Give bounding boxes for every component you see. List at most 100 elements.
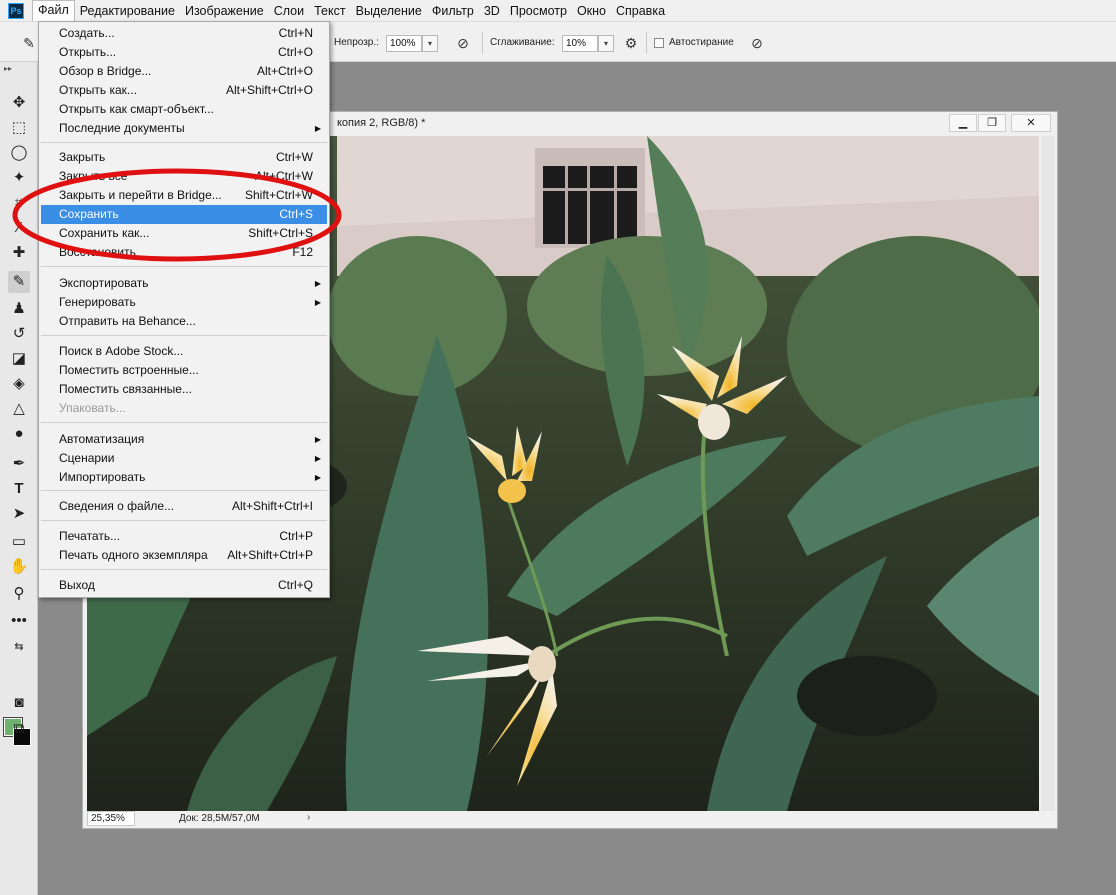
- opacity-input[interactable]: 100%: [386, 35, 422, 52]
- opacity-dropdown[interactable]: ▾: [422, 35, 438, 52]
- hand-icon[interactable]: ✋: [8, 556, 30, 578]
- menu-item-export[interactable]: Экспортировать ▶: [41, 274, 327, 293]
- submenu-arrow-icon: ▶: [314, 454, 321, 463]
- photoshop-logo: Ps: [8, 2, 24, 19]
- menu-edit[interactable]: Редактирование: [75, 1, 180, 21]
- blur-icon[interactable]: △: [8, 398, 30, 420]
- eyedropper-icon[interactable]: ⁄: [8, 217, 30, 239]
- menu-separator: [41, 142, 327, 143]
- menu-item-generate[interactable]: Генерировать ▶: [41, 293, 327, 312]
- submenu-arrow-icon: ▶: [314, 473, 321, 482]
- menu-item-open-smart-object[interactable]: Открыть как смарт-объект...: [41, 100, 327, 119]
- menu-item-exit[interactable]: Выход Ctrl+Q: [41, 576, 327, 595]
- menu-item-browse-bridge[interactable]: Обзор в Bridge... Alt+Ctrl+O: [41, 62, 327, 81]
- quick-mask-icon[interactable]: ◙: [8, 692, 30, 714]
- healing-icon[interactable]: ✚: [8, 242, 30, 264]
- menu-item-place-embedded[interactable]: Поместить встроенные...: [41, 361, 327, 380]
- panel-collapse-icon[interactable]: ▸▸: [4, 64, 12, 73]
- menu-item-print-one-copy[interactable]: Печать одного экземпляра Alt+Shift+Ctrl+P: [41, 546, 327, 565]
- swap-colors-icon[interactable]: ⇆: [8, 636, 30, 658]
- options-separator: [646, 32, 647, 54]
- menu-item-open-as[interactable]: Открыть как... Alt+Shift+Ctrl+O: [41, 81, 327, 100]
- menu-item-revert[interactable]: Восстановить F12: [41, 243, 327, 262]
- screen-mode-icon[interactable]: ⧉: [8, 718, 30, 740]
- document-title: копия 2, RGB/8) *: [337, 117, 426, 129]
- pressure-size-icon[interactable]: ⊘: [748, 34, 766, 52]
- gear-icon[interactable]: ⚙: [622, 34, 640, 52]
- opacity-label: Непрозр.:: [334, 37, 379, 48]
- smoothing-label: Сглаживание:: [490, 37, 555, 48]
- menu-separator: [41, 335, 327, 336]
- menu-separator: [41, 490, 327, 491]
- path-select-icon[interactable]: ➤: [8, 503, 30, 525]
- menu-item-automate[interactable]: Автоматизация ▶: [41, 430, 327, 449]
- menu-layers[interactable]: Слои: [269, 1, 309, 21]
- brush-icon[interactable]: ✎: [8, 271, 30, 293]
- lasso-icon[interactable]: ◯: [8, 142, 30, 164]
- file-menu-dropdown: Создать... Ctrl+N Открыть... Ctrl+O Обзор …: [38, 21, 330, 598]
- menu-separator: [41, 520, 327, 521]
- move-icon[interactable]: ✥: [8, 92, 30, 114]
- auto-erase-checkbox[interactable]: [654, 38, 664, 48]
- menu-filter[interactable]: Фильтр: [427, 1, 479, 21]
- menu-view[interactable]: Просмотр: [505, 1, 572, 21]
- zoom-icon[interactable]: ⚲: [8, 583, 30, 605]
- menu-item-share-behance[interactable]: Отправить на Behance...: [41, 312, 327, 331]
- close-button[interactable]: ✕: [1011, 114, 1051, 132]
- submenu-arrow-icon: ▶: [314, 124, 321, 133]
- marquee-icon[interactable]: ⬚: [8, 117, 30, 139]
- dodge-icon[interactable]: ●: [8, 423, 30, 445]
- smoothing-input[interactable]: 10%: [562, 35, 598, 52]
- status-bar: 25,35% Док: 28,5M/57,0M ›: [87, 811, 1039, 827]
- menu-item-file-info[interactable]: Сведения о файле... Alt+Shift+Ctrl+I: [41, 497, 327, 516]
- menu-3d[interactable]: 3D: [479, 1, 505, 21]
- smoothing-dropdown[interactable]: ▾: [598, 35, 614, 52]
- menu-help[interactable]: Справка: [611, 1, 670, 21]
- eraser-icon[interactable]: ◪: [8, 348, 30, 370]
- menu-item-close-go-bridge[interactable]: Закрыть и перейти в Bridge... Shift+Ctrl+…: [41, 186, 327, 205]
- document-size-info: Док: 28,5M/57,0M: [179, 813, 260, 824]
- submenu-arrow-icon: ▶: [314, 298, 321, 307]
- menu-item-search-stock[interactable]: Поиск в Adobe Stock...: [41, 342, 327, 361]
- menu-item-close[interactable]: Закрыть Ctrl+W: [41, 148, 327, 167]
- rectangle-icon[interactable]: ▭: [8, 531, 30, 553]
- pen-icon[interactable]: ✒: [8, 453, 30, 475]
- submenu-arrow-icon: ▶: [314, 279, 321, 288]
- menu-item-print[interactable]: Печатать... Ctrl+P: [41, 527, 327, 546]
- menu-item-save[interactable]: Сохранить Ctrl+S: [41, 205, 327, 224]
- menu-separator: [41, 266, 327, 267]
- menu-window[interactable]: Окно: [572, 1, 611, 21]
- menu-item-import[interactable]: Импортировать ▶: [41, 468, 327, 487]
- status-menu-arrow-icon[interactable]: ›: [307, 812, 310, 823]
- menu-item-save-as[interactable]: Сохранить как... Shift+Ctrl+S: [41, 224, 327, 243]
- magic-wand-icon[interactable]: ✦: [8, 167, 30, 189]
- options-separator: [482, 32, 483, 54]
- menu-item-package: Упаковать...: [59, 401, 126, 415]
- menu-item-scripts[interactable]: Сценарии ▶: [41, 449, 327, 468]
- history-brush-icon[interactable]: ↺: [8, 323, 30, 345]
- menu-image[interactable]: Изображение: [180, 1, 269, 21]
- menu-item-open[interactable]: Открыть... Ctrl+O: [41, 43, 327, 62]
- menu-file[interactable]: Файл: [32, 0, 75, 21]
- vertical-scrollbar[interactable]: [1041, 136, 1055, 811]
- crop-icon[interactable]: ⌗: [8, 192, 30, 214]
- maximize-button[interactable]: ❐: [978, 114, 1006, 132]
- tools-panel: ▸▸ ✥ ⬚ ◯ ✦ ⌗ ⁄ ✚ ✎ ♟ ↺ ◪ ◈ △ ● ✒ T ➤ ▭ ✋…: [0, 62, 38, 895]
- more-tools-icon[interactable]: •••: [8, 610, 30, 632]
- minimize-button[interactable]: ▁: [949, 114, 977, 132]
- menu-item-new[interactable]: Создать... Ctrl+N: [41, 24, 327, 43]
- paint-bucket-icon[interactable]: ◈: [8, 373, 30, 395]
- menu-item-place-linked[interactable]: Поместить связанные...: [41, 380, 327, 399]
- type-icon[interactable]: T: [8, 478, 30, 500]
- menu-item-close-all[interactable]: Закрыть все Alt+Ctrl+W: [41, 167, 327, 186]
- zoom-level-field[interactable]: 25,35%: [87, 811, 135, 826]
- menu-item-recent[interactable]: Последние документы ▶: [41, 119, 327, 138]
- auto-erase-label: Автостирание: [669, 37, 734, 48]
- menu-type[interactable]: Текст: [309, 1, 350, 21]
- submenu-arrow-icon: ▶: [314, 435, 321, 444]
- pencil-tool-preset-icon[interactable]: ✎: [20, 34, 38, 52]
- stamp-icon[interactable]: ♟: [8, 298, 30, 320]
- pressure-opacity-icon[interactable]: ⊘: [454, 34, 472, 52]
- menu-select[interactable]: Выделение: [351, 1, 427, 21]
- menu-separator: [41, 422, 327, 423]
